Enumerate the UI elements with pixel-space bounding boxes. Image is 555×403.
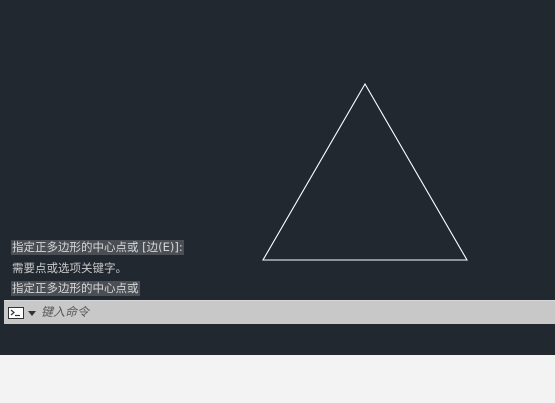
caret-down-icon[interactable] (28, 311, 36, 316)
history-line-1: 指定正多边形的中心点或 [边(E)]: (11, 240, 184, 255)
history-line-3: 指定正多边形的中心点或 (11, 281, 140, 296)
command-line-bar (4, 300, 555, 324)
terminal-icon[interactable] (8, 307, 24, 319)
triangle-polygon[interactable] (262, 82, 468, 261)
canvas-bottom-strip (0, 324, 555, 355)
history-line-2: 需要点或选项关键字。 (12, 261, 127, 275)
command-input[interactable] (41, 303, 541, 321)
